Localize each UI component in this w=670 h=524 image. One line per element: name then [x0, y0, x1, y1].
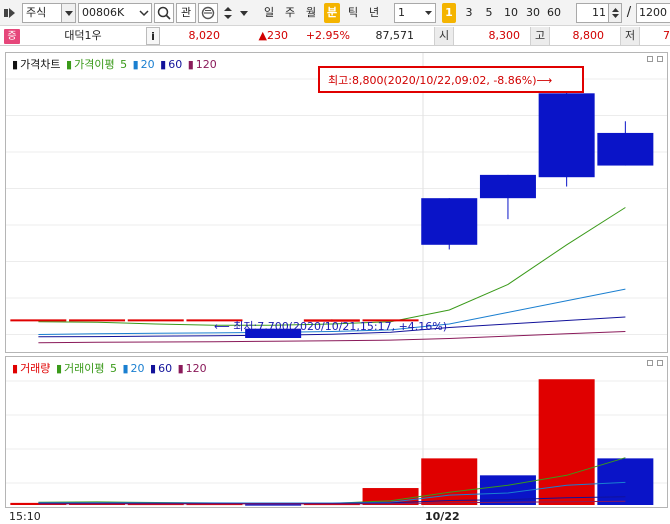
search-icon	[157, 6, 171, 20]
legend-vma120[interactable]: 120	[186, 362, 207, 375]
market-select-value: 주식	[26, 6, 47, 19]
count-value: 11	[592, 6, 606, 19]
stock-code-input[interactable]: 00806K	[78, 3, 152, 23]
price-legend: ▮ 가격차트 ▮ 가격이평 5 ▮ 20 ▮ 60 ▮ 120	[12, 56, 219, 72]
legend-price-title[interactable]: 가격차트	[20, 58, 60, 71]
total-count-input[interactable]: 1200	[636, 3, 670, 23]
interval-select[interactable]: 1	[394, 3, 436, 23]
legend-ma-mark-icon: ▮	[55, 362, 62, 375]
quick-interval-60[interactable]: 60	[545, 3, 563, 23]
legend-ma-mark-icon: ▮	[66, 58, 73, 71]
stock-name: 대덕1우	[64, 29, 102, 42]
period-week[interactable]: 주	[283, 3, 297, 23]
spin-updown-icon[interactable]	[221, 3, 235, 23]
price-change: ▲230	[258, 29, 288, 42]
quick-interval-10[interactable]: 10	[502, 3, 520, 23]
market-tag-badge: 증	[4, 29, 20, 44]
quick-interval-30[interactable]: 30	[524, 3, 542, 23]
change-rate: +2.95%	[305, 29, 350, 42]
count-stepper[interactable]: 11	[576, 3, 622, 23]
period-month[interactable]: 월	[304, 3, 318, 23]
candle-body	[421, 198, 478, 245]
market-select[interactable]: 주식	[22, 3, 76, 23]
volume-ma5-line	[38, 457, 626, 504]
quick-interval-3[interactable]: 3	[462, 3, 476, 23]
panel-close-icon[interactable]	[657, 360, 663, 366]
candle-body	[127, 319, 184, 322]
high-label: 고	[530, 27, 550, 45]
volume-legend: ▮ 거래량 ▮ 거래이평 5 ▮ 20 ▮ 60 ▮ 120	[12, 360, 209, 376]
x-axis-date-label: 10/22	[425, 510, 460, 523]
volume-ma20-line	[38, 481, 626, 504]
candle-body	[538, 93, 595, 178]
x-axis: 15:10 10/22	[5, 507, 668, 524]
volume-bar	[597, 458, 654, 505]
x-axis-left-label: 15:10	[9, 510, 41, 523]
legend-ma-mark-icon: ▮	[122, 362, 129, 375]
quote-bar: 증 대덕1우 i 8,020 ▲230 +2.95% 87,571 시 8,30…	[0, 27, 670, 46]
chart-toolbar: 주식 00806K 관 일 주 월 분 틱 년 1 1 3 5 10 30 60…	[0, 0, 670, 26]
legend-ma-mark-icon: ▮	[160, 58, 167, 71]
chevron-down-icon[interactable]	[137, 4, 151, 22]
panel-close-icon[interactable]	[657, 56, 663, 62]
panel-minimize-icon[interactable]	[647, 56, 653, 62]
legend-mark-icon: ▮	[12, 58, 19, 71]
volume-bar	[538, 379, 595, 505]
sync-button[interactable]	[198, 3, 218, 23]
legend-ma-mark-icon: ▮	[132, 58, 139, 71]
panel-toggle-icon[interactable]	[2, 3, 18, 23]
period-year[interactable]: 년	[367, 3, 381, 23]
legend-ma-mark-icon: ▮	[187, 58, 194, 71]
high-price: 8,800	[572, 29, 605, 42]
volume-bar	[421, 458, 478, 505]
low-price-annotation: ⟵ 최저:7,700(2020/10/21,15:17, +4.16%)	[214, 320, 448, 333]
legend-vma20[interactable]: 20	[131, 362, 145, 375]
legend-ma-title[interactable]: 가격이평	[74, 58, 114, 71]
quick-interval-1[interactable]: 1	[442, 3, 456, 23]
high-price-annotation-text: 최고:8,800(2020/10/22,09:02, -8.86%)⟶	[328, 74, 553, 87]
low-price: 7	[663, 29, 670, 42]
open-price: 8,300	[488, 29, 521, 42]
chevron-down-icon[interactable]	[61, 4, 75, 22]
count-divider: /	[626, 5, 632, 20]
legend-ma120[interactable]: 120	[196, 58, 217, 71]
candle-body	[597, 132, 654, 166]
stock-code-value: 00806K	[82, 6, 125, 19]
period-minute[interactable]: 분	[324, 3, 340, 23]
period-day[interactable]: 일	[262, 3, 276, 23]
legend-ma60[interactable]: 60	[168, 58, 182, 71]
chevron-down-icon[interactable]	[238, 3, 250, 23]
volume-chart-panel[interactable]: ▮ 거래량 ▮ 거래이평 5 ▮ 20 ▮ 60 ▮ 120	[5, 356, 668, 508]
volume-value: 87,571	[375, 29, 415, 42]
legend-vma-title[interactable]: 거래이평	[64, 362, 104, 375]
legend-ma-mark-icon: ▮	[177, 362, 184, 375]
interval-value: 1	[398, 6, 405, 19]
candle-body	[69, 319, 126, 322]
chevron-down-icon[interactable]	[422, 4, 435, 22]
legend-ma20[interactable]: 20	[141, 58, 155, 71]
volume-chart-canvas[interactable]	[6, 357, 667, 507]
price-chart-panel[interactable]: ▮ 가격차트 ▮ 가격이평 5 ▮ 20 ▮ 60 ▮ 120	[5, 52, 668, 353]
legend-volume-title[interactable]: 거래량	[20, 362, 50, 375]
high-price-annotation: 최고:8,800(2020/10/22,09:02, -8.86%)⟶	[318, 66, 584, 93]
sync-icon	[201, 6, 215, 20]
period-tick[interactable]: 틱	[346, 3, 360, 23]
current-price: 8,020	[188, 29, 221, 42]
legend-vma60[interactable]: 60	[158, 362, 172, 375]
low-label: 저	[620, 27, 640, 45]
info-button[interactable]: i	[146, 27, 160, 45]
open-label: 시	[434, 27, 454, 45]
legend-ma5[interactable]: 5	[120, 58, 127, 71]
legend-mark-icon: ▮	[12, 362, 19, 375]
panel-minimize-icon[interactable]	[647, 360, 653, 366]
legend-ma-mark-icon: ▮	[150, 362, 157, 375]
quick-interval-5[interactable]: 5	[482, 3, 496, 23]
price-chart-canvas[interactable]	[6, 53, 667, 352]
watchlist-button[interactable]: 관	[176, 3, 196, 23]
candle-body	[479, 174, 536, 199]
search-button[interactable]	[154, 3, 174, 23]
candle-body	[10, 319, 67, 322]
legend-vma5[interactable]: 5	[110, 362, 117, 375]
spin-updown-icon[interactable]	[608, 4, 621, 22]
